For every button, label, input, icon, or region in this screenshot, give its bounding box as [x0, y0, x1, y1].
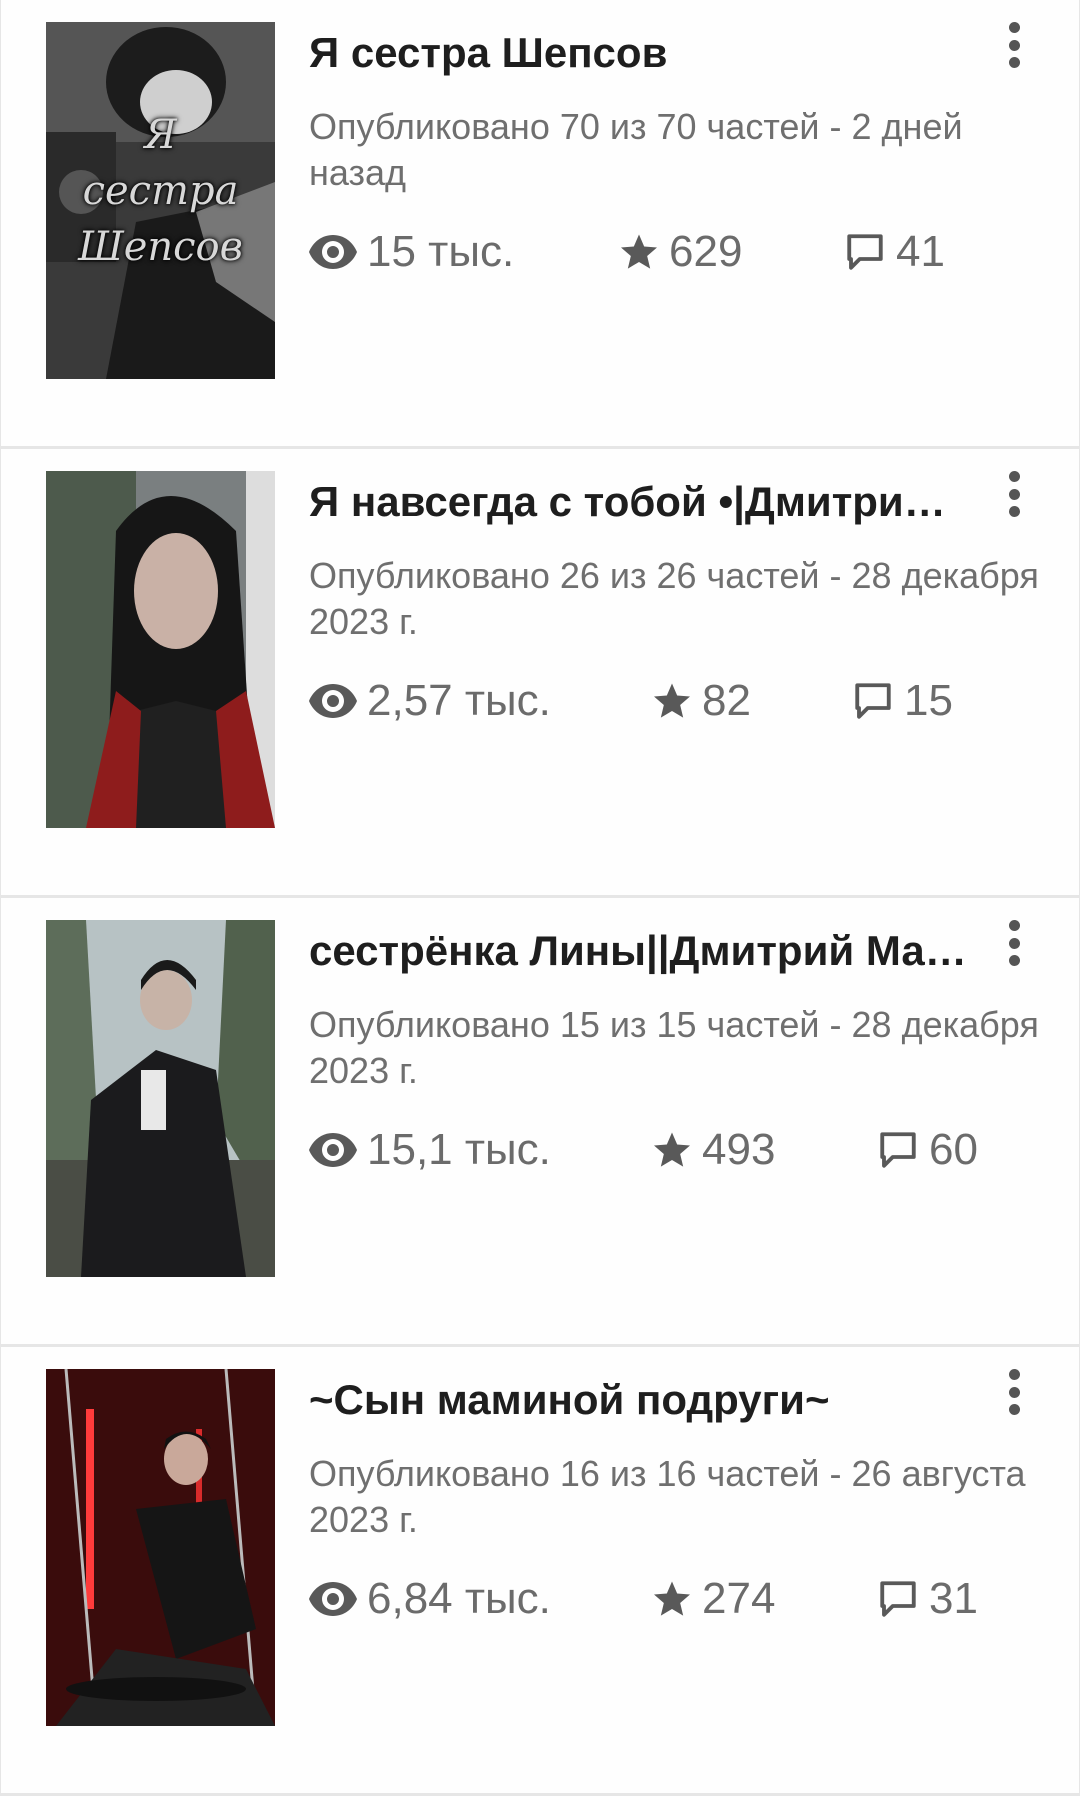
votes-stat: 274 [652, 1574, 877, 1624]
views-stat: 2,57 тыс. [309, 676, 652, 726]
story-stats: 15,1 тыс. 493 60 [309, 1120, 978, 1180]
comments-count: 15 [904, 676, 953, 725]
comments-count: 31 [929, 1574, 978, 1623]
story-stats: 15 тыс. 629 41 [309, 222, 945, 282]
star-icon [654, 683, 690, 718]
comments-stat: 15 [852, 676, 953, 726]
comment-icon [880, 1132, 916, 1168]
story-title[interactable]: Я сестра Шепсов [309, 26, 969, 80]
more-vertical-icon[interactable] [999, 918, 1029, 968]
story-cover[interactable]: Я сестра Шепсов [46, 22, 275, 379]
comment-icon [847, 234, 883, 270]
comments-stat: 31 [877, 1574, 978, 1624]
votes-count: 493 [702, 1125, 776, 1174]
story-title[interactable]: ~Сын маминой подруги~ [309, 1373, 969, 1427]
eye-icon [309, 235, 357, 269]
views-count: 15,1 тыс. [367, 1125, 551, 1174]
votes-count: 82 [702, 676, 751, 725]
story-card[interactable]: Я сестра Шепсов Я сестра Шепсов Опублико… [0, 0, 1080, 449]
story-title[interactable]: сестрёнка Лины||Дмитрий Ма… [309, 924, 969, 978]
story-stats: 2,57 тыс. 82 15 [309, 671, 953, 731]
votes-stat: 493 [652, 1125, 877, 1175]
story-cover[interactable] [46, 1369, 275, 1726]
more-vertical-icon[interactable] [999, 1367, 1029, 1417]
views-count: 2,57 тыс. [367, 676, 551, 725]
comments-count: 60 [929, 1125, 978, 1174]
cover-title: Я сестра Шепсов [78, 112, 243, 270]
story-card[interactable]: сестрёнка Лины||Дмитрий Ма… Опубликовано… [0, 898, 1080, 1347]
votes-stat: 82 [652, 676, 852, 726]
story-meta: Опубликовано 16 из 16 частей - 26 август… [309, 1453, 1026, 1540]
story-meta: Опубликовано 70 из 70 частей - 2 дней на… [309, 106, 963, 193]
views-stat: 6,84 тыс. [309, 1574, 652, 1624]
more-vertical-icon[interactable] [999, 469, 1029, 519]
story-meta: Опубликовано 15 из 15 частей - 28 декабр… [309, 1004, 1039, 1091]
comment-icon [880, 1581, 916, 1617]
star-icon [621, 234, 657, 269]
eye-icon [309, 1133, 357, 1167]
comments-stat: 60 [877, 1125, 978, 1175]
more-vertical-icon[interactable] [999, 20, 1029, 70]
eye-icon [309, 1582, 357, 1616]
votes-stat: 629 [619, 227, 844, 277]
views-stat: 15,1 тыс. [309, 1125, 652, 1175]
views-count: 15 тыс. [367, 227, 515, 276]
story-cover[interactable] [46, 920, 275, 1277]
comment-icon [855, 683, 891, 719]
star-icon [654, 1581, 690, 1616]
story-meta: Опубликовано 26 из 26 частей - 28 декабр… [309, 555, 1039, 642]
views-count: 6,84 тыс. [367, 1574, 551, 1623]
eye-icon [309, 684, 357, 718]
story-stats: 6,84 тыс. 274 31 [309, 1569, 978, 1629]
story-list: Я сестра Шепсов Я сестра Шепсов Опублико… [0, 0, 1080, 1796]
story-card[interactable]: Я навсегда с тобой •|Дмитрий… Опубликова… [0, 449, 1080, 898]
story-cover[interactable] [46, 471, 275, 828]
votes-count: 629 [669, 227, 743, 276]
star-icon [654, 1132, 690, 1167]
views-stat: 15 тыс. [309, 227, 619, 277]
story-card[interactable]: ~Сын маминой подруги~ Опубликовано 16 из… [0, 1347, 1080, 1796]
votes-count: 274 [702, 1574, 776, 1623]
comments-stat: 41 [844, 227, 945, 277]
story-title[interactable]: Я навсегда с тобой •|Дмитрий… [309, 475, 969, 529]
comments-count: 41 [896, 227, 945, 276]
